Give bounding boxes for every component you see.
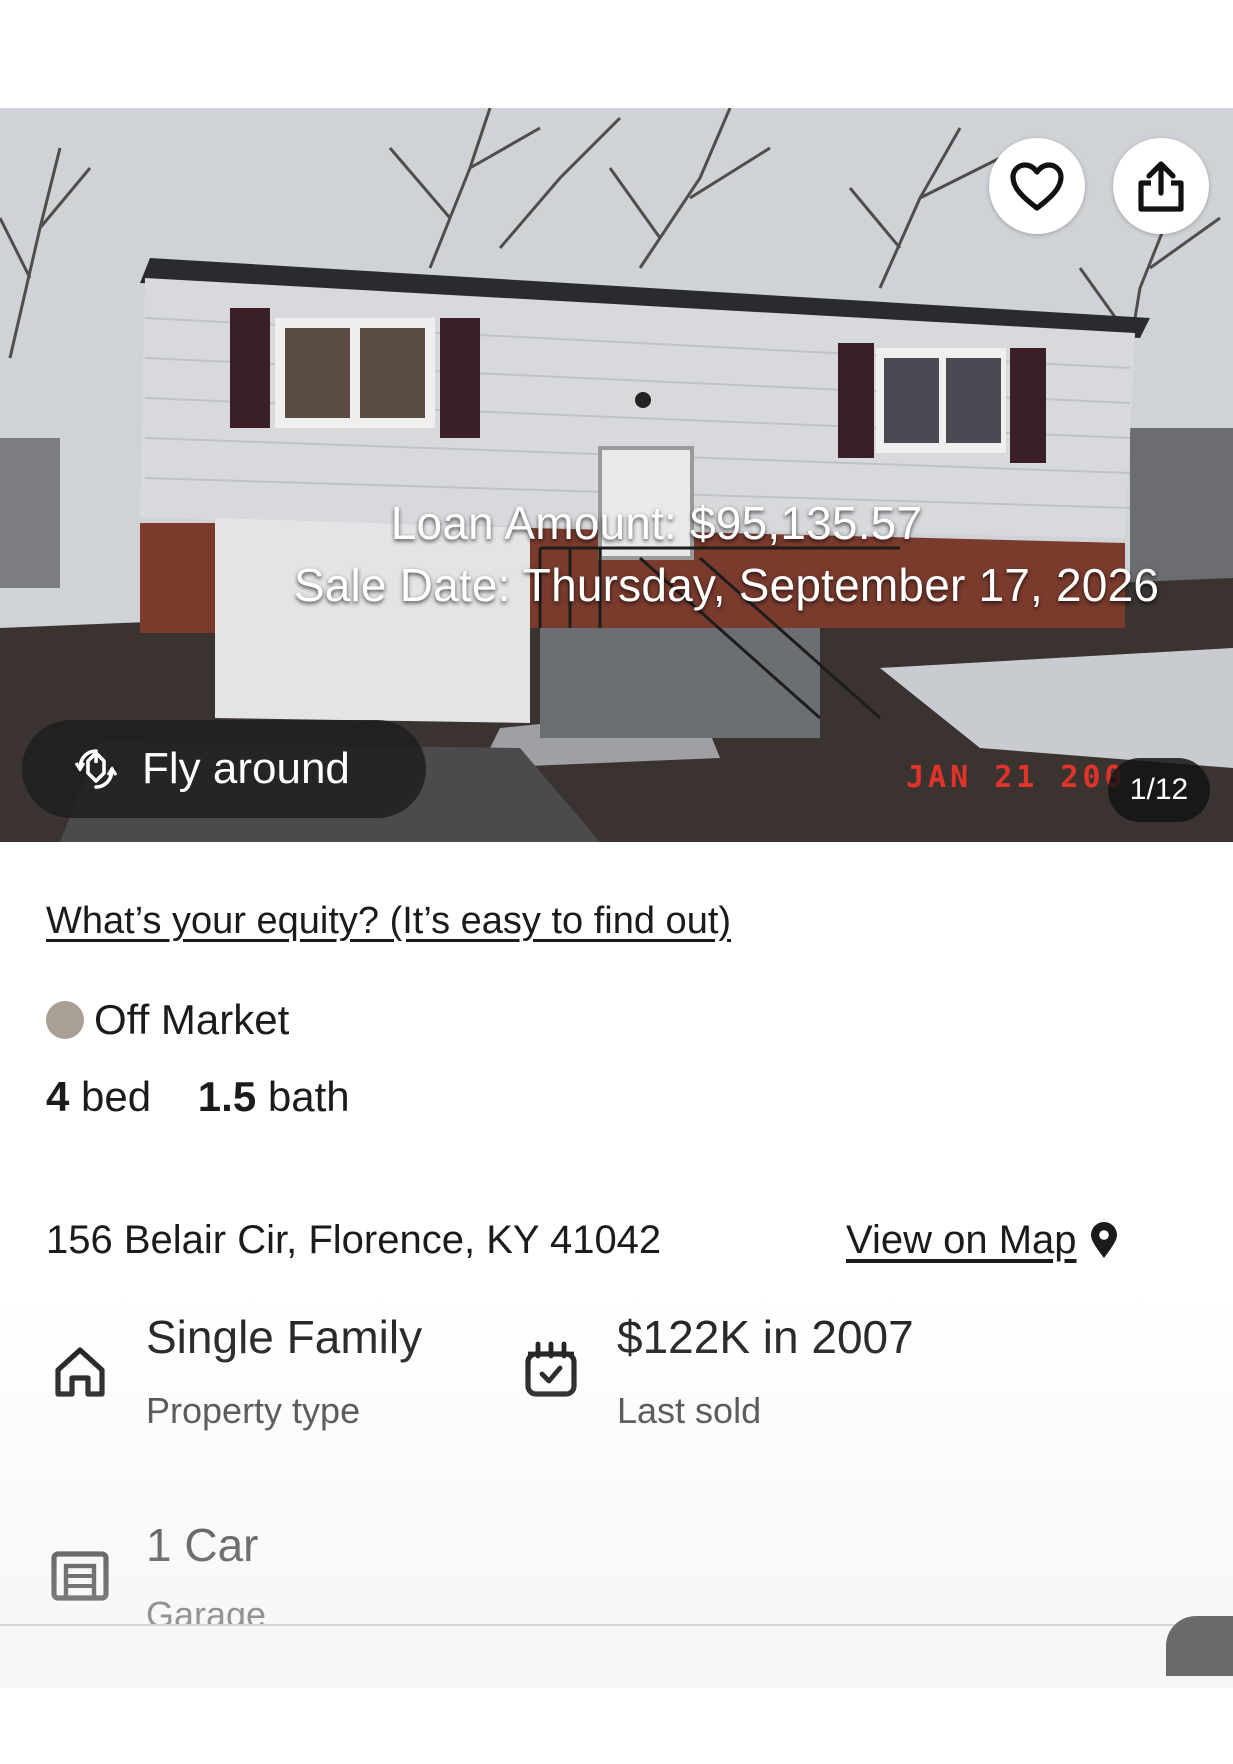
last-sold-label: Last sold (617, 1390, 762, 1431)
view-on-map-link[interactable]: View on Map (846, 1218, 1119, 1263)
last-sold-value: $122K in 2007 (617, 1311, 914, 1363)
house-icon (55, 1347, 105, 1397)
bed-bath-summary: 4 bed 1.5 bath (46, 1073, 350, 1121)
map-pin-icon (1090, 1221, 1117, 1258)
bath-count: 1.5 (197, 1073, 257, 1120)
property-type-value: Single Family (146, 1311, 423, 1363)
calendar-check-icon (525, 1341, 577, 1397)
fly-around-icon (74, 749, 118, 789)
status-badge: Off Market (46, 996, 289, 1044)
floating-tab[interactable] (1166, 1616, 1233, 1676)
favorite-button[interactable] (989, 138, 1085, 234)
property-photo[interactable]: Loan Amount: $95,135.57 Sale Date: Thurs… (0, 108, 1233, 842)
garage-value: 1 Car (146, 1519, 259, 1571)
equity-link[interactable]: What’s your equity? (It’s easy to find o… (46, 900, 731, 943)
status-label: Off Market (94, 996, 290, 1043)
view-on-map-label: View on Map (846, 1218, 1077, 1262)
photo-date-stamp: JAN 21 200 (906, 760, 1127, 795)
property-type-label: Property type (146, 1390, 361, 1431)
sale-date-text: Sale Date: Thursday, September 17, 2026 (293, 559, 1160, 611)
heart-icon (1010, 162, 1064, 211)
share-button[interactable] (1113, 138, 1209, 234)
garage-label: Garage (146, 1594, 267, 1624)
loan-amount-text: Loan Amount: $95,135.57 (390, 497, 923, 549)
bath-label: bath (267, 1073, 350, 1120)
fly-around-label: Fly around (142, 744, 350, 793)
bed-count: 4 (46, 1073, 70, 1120)
bottom-divider (0, 1624, 1233, 1626)
photo-counter: 1/12 (1108, 758, 1210, 822)
bed-label: bed (81, 1073, 152, 1120)
status-dot (46, 1001, 84, 1039)
property-address: 156 Belair Cir, Florence, KY 41042 (46, 1218, 662, 1262)
garage-icon (51, 1551, 109, 1601)
share-icon (1138, 161, 1184, 212)
fly-around-button[interactable]: Fly around (22, 720, 426, 818)
